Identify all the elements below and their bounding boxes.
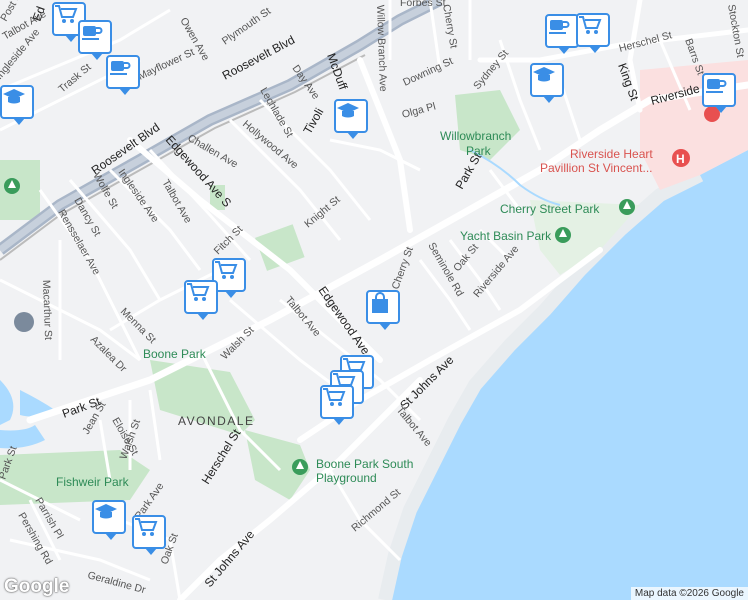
street-label: Ingleside Ave — [116, 167, 162, 225]
street-label: Herschel St — [618, 29, 674, 55]
street-label: Walsh St — [219, 324, 257, 362]
street-label: Barrs St — [682, 37, 706, 77]
street-label: Talbot Ave — [394, 404, 434, 449]
street-label: Sydney St — [471, 47, 511, 91]
map-attribution[interactable]: Map data ©2026 Google — [630, 587, 748, 600]
street-label: Stockton St — [725, 3, 746, 58]
street-label: Park St — [0, 444, 20, 481]
school-marker[interactable] — [334, 99, 368, 139]
street-label: Richmond St — [349, 486, 403, 534]
street-label: Riverside — [649, 81, 701, 108]
street-label: Oak St — [451, 242, 481, 274]
hospital-label: Riverside Heart — [570, 147, 653, 161]
street-label: Wolfe St — [90, 171, 120, 211]
cafe-marker[interactable] — [702, 73, 736, 113]
cafe-marker[interactable] — [545, 14, 579, 54]
shopping-marker[interactable] — [366, 290, 400, 330]
street-label: King St — [615, 61, 642, 103]
park-label: Cherry Street Park — [500, 202, 600, 216]
street-label: Talbot Ave — [159, 178, 194, 226]
street-label: Menna St — [118, 306, 158, 346]
school-marker[interactable] — [530, 63, 564, 103]
street-label: Plymouth St — [220, 5, 273, 47]
map-canvas[interactable]: Post St Ed Talbot Ave Ingleside Ave Tras… — [0, 0, 748, 600]
hospital-label: Pavillion St Vincent... — [540, 161, 653, 175]
street-label: Forbes St — [400, 0, 446, 9]
school-marker[interactable] — [92, 500, 126, 540]
park-label: Yacht Basin Park — [460, 229, 552, 243]
street-label: Trask St — [56, 61, 93, 95]
tree-glyph — [8, 180, 631, 469]
street-label: Macarthur St — [40, 280, 54, 341]
park-label: Fishweir Park — [56, 475, 130, 489]
landmark-icon — [14, 312, 34, 332]
street-label: Downing St — [401, 55, 455, 89]
grocery-marker[interactable] — [576, 13, 610, 53]
street-label: Cherry St — [440, 3, 460, 49]
street-label: Mayflower St — [136, 46, 196, 83]
street-label: Edgewood Ave — [316, 284, 373, 358]
street-label: Day Ave — [290, 63, 322, 102]
park-label: Park — [466, 144, 492, 158]
street-label: St Johns Ave — [397, 353, 457, 413]
grocery-marker[interactable] — [320, 385, 354, 425]
grocery-marker[interactable] — [132, 515, 166, 555]
neighborhood-label: AVONDALE — [178, 414, 254, 428]
street-label: Azalea Dr — [88, 334, 129, 375]
school-marker[interactable] — [0, 85, 34, 125]
street-label: Olga Pl — [401, 100, 437, 121]
park-label: Playground — [316, 471, 377, 485]
cafe-marker[interactable] — [106, 55, 140, 95]
street-label: Tivoli — [300, 106, 326, 137]
park-label: Willowbranch — [440, 129, 511, 143]
street-label: Talbot Ave — [283, 294, 323, 339]
street-label: Herschel St — [199, 426, 244, 487]
street-label: Knight St — [302, 194, 342, 231]
google-logo: Google — [4, 576, 70, 597]
park-label: Boone Park South — [316, 457, 413, 471]
park-label: Boone Park — [143, 347, 207, 361]
grocery-marker[interactable] — [184, 280, 218, 320]
street-label: McDuff — [324, 51, 350, 92]
street-label: Cherry St — [390, 245, 416, 291]
street-label: Geraldine Dr — [86, 569, 147, 596]
street-label: St Johns Ave — [202, 527, 258, 590]
street-label: Willow Branch Ave — [374, 5, 389, 92]
cafe-marker[interactable] — [78, 20, 112, 60]
street-label: Fitch St — [212, 223, 246, 257]
svg-text:H: H — [676, 152, 685, 166]
